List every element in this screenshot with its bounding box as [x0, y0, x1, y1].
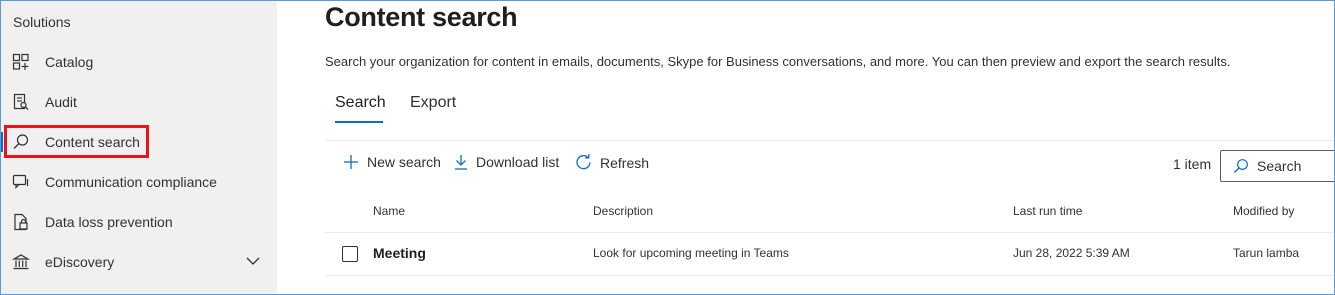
selected-tab-indicator [335, 121, 383, 123]
main-content: Content search Search your organization … [277, 0, 1335, 295]
page-title: Content search [325, 2, 518, 32]
new-search-button[interactable]: New search [343, 154, 441, 170]
column-header-name[interactable]: Name [373, 204, 405, 218]
item-count: 1 item [1173, 156, 1212, 172]
catalog-icon [12, 53, 29, 70]
refresh-label: Refresh [600, 154, 650, 171]
sidebar-item-catalog[interactable]: Catalog [0, 42, 277, 82]
tab-search[interactable]: Search [335, 94, 386, 112]
active-indicator [0, 132, 3, 152]
download-icon [455, 155, 467, 170]
search-box[interactable] [1220, 150, 1335, 182]
column-header-last-run-time[interactable]: Last run time [1013, 204, 1082, 218]
table-row[interactable]: Meeting Look for upcoming meeting in Tea… [325, 233, 1335, 275]
sidebar-item-label: Communication compliance [45, 174, 217, 190]
row-checkbox[interactable] [342, 246, 358, 262]
ediscovery-icon [12, 254, 30, 270]
download-list-button[interactable]: Download list [454, 154, 559, 170]
sidebar-heading: Solutions [13, 14, 71, 30]
sidebar-item-content-search[interactable]: Content search [0, 122, 277, 162]
sidebar-nav: Solutions Catalog Audit Content search C… [0, 0, 277, 295]
chevron-down-icon[interactable] [246, 256, 260, 266]
search-input[interactable] [1257, 158, 1327, 174]
divider [325, 140, 1335, 141]
sidebar-item-communication-compliance[interactable]: Communication compliance [0, 162, 277, 202]
cell-modified-by: Tarun lamba [1233, 246, 1300, 260]
refresh-icon [576, 154, 591, 170]
tab-export[interactable]: Export [410, 94, 456, 112]
refresh-button[interactable]: Refresh [575, 154, 649, 171]
cell-name[interactable]: Meeting [373, 245, 426, 261]
sidebar-item-label: eDiscovery [45, 254, 115, 270]
sidebar-item-data-loss-prevention[interactable]: Data loss prevention [0, 202, 277, 242]
sidebar-item-label: Audit [45, 94, 77, 110]
plus-icon [344, 155, 358, 169]
cell-last-run-time: Jun 28, 2022 5:39 AM [1013, 246, 1130, 260]
column-header-modified-by[interactable]: Modified by [1233, 204, 1294, 218]
sidebar-item-ediscovery[interactable]: eDiscovery [0, 242, 277, 282]
dlp-icon [14, 213, 28, 231]
sidebar-item-audit[interactable]: Audit [0, 82, 277, 122]
column-header-description[interactable]: Description [593, 204, 653, 218]
search-icon [1234, 159, 1248, 173]
download-list-label: Download list [476, 154, 560, 170]
sidebar-item-label: Data loss prevention [45, 214, 173, 230]
chat-compliance-icon [12, 174, 29, 189]
cell-description: Look for upcoming meeting in Teams [593, 246, 789, 260]
audit-icon [13, 93, 29, 110]
sidebar-item-label: Content search [45, 134, 140, 150]
page-description: Search your organization for content in … [325, 54, 1231, 69]
sidebar-item-label: Catalog [45, 54, 94, 70]
divider [325, 275, 1335, 276]
new-search-label: New search [367, 154, 441, 170]
search-icon [13, 134, 29, 149]
